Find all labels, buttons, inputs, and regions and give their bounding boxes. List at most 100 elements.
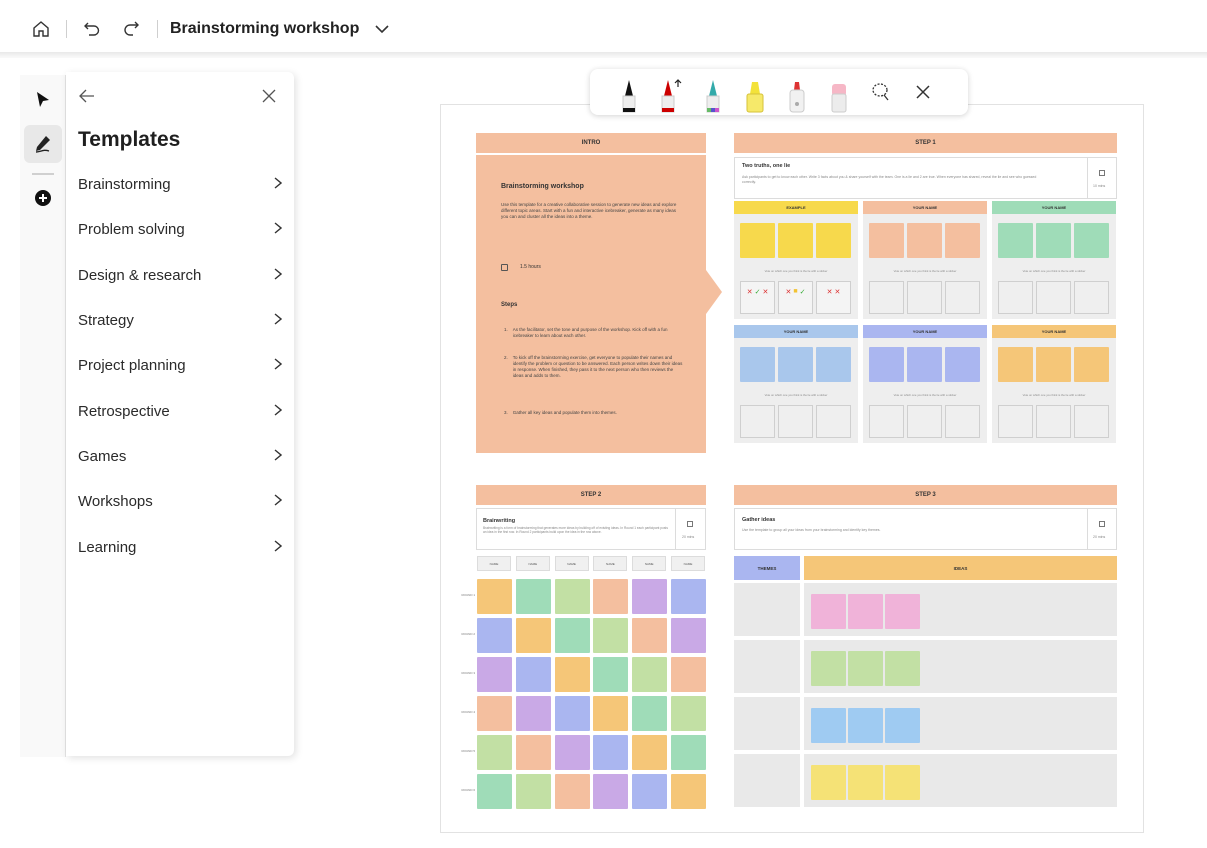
step1-panel[interactable]: EXAMPLE Vote on which one you think is th… <box>734 201 858 319</box>
name-cell[interactable]: NAME <box>554 556 589 571</box>
sticky-note[interactable] <box>869 347 904 382</box>
close-icon[interactable] <box>902 70 944 114</box>
close-icon[interactable] <box>258 85 280 107</box>
vote-box[interactable] <box>907 281 942 314</box>
sticky-note[interactable] <box>740 347 775 382</box>
sticky-note[interactable] <box>554 657 590 692</box>
sticky-note[interactable] <box>1036 347 1071 382</box>
sticky-note[interactable] <box>477 657 512 692</box>
home-icon[interactable] <box>28 16 54 42</box>
vote-box[interactable] <box>740 405 775 438</box>
category-item[interactable]: Brainstorming <box>66 162 294 207</box>
vote-box[interactable] <box>778 405 813 438</box>
pen-tool-button[interactable] <box>24 125 62 163</box>
vote-box[interactable] <box>1074 405 1109 438</box>
sticky-note[interactable] <box>848 594 883 629</box>
name-cell[interactable]: NAME <box>671 556 705 571</box>
board-title[interactable]: Brainstorming workshop <box>170 20 359 38</box>
black-pen-icon[interactable] <box>608 70 650 114</box>
sticky-note[interactable] <box>554 579 590 614</box>
sticky-note[interactable] <box>671 774 706 809</box>
sticky-note[interactable] <box>945 347 980 382</box>
sticky-note[interactable] <box>632 774 668 809</box>
name-cell[interactable]: NAME <box>477 556 511 571</box>
vote-box[interactable] <box>816 405 851 438</box>
vote-box[interactable] <box>1036 281 1071 314</box>
sticky-note[interactable] <box>1074 223 1109 258</box>
theme-cell[interactable] <box>734 640 800 693</box>
sticky-note[interactable] <box>907 223 942 258</box>
sticky-note[interactable] <box>477 735 512 770</box>
sticky-note[interactable] <box>998 347 1033 382</box>
category-item[interactable]: Design & research <box>66 253 294 298</box>
sticky-note[interactable] <box>907 347 942 382</box>
sticky-note[interactable] <box>811 765 846 800</box>
sticky-note[interactable] <box>632 696 668 731</box>
sticky-note[interactable] <box>811 594 846 629</box>
step1-panel[interactable]: YOUR NAME Vote on which one you think is … <box>863 201 987 319</box>
sticky-note[interactable] <box>515 657 551 692</box>
back-arrow-icon[interactable] <box>76 85 98 107</box>
sticky-note[interactable] <box>477 696 512 731</box>
sticky-note[interactable] <box>671 735 706 770</box>
chevron-down-icon[interactable] <box>369 16 395 42</box>
vote-box[interactable] <box>998 281 1033 314</box>
vote-box[interactable] <box>1074 281 1109 314</box>
sticky-note[interactable] <box>671 657 706 692</box>
sticky-note[interactable] <box>477 774 512 809</box>
sticky-note[interactable] <box>554 735 590 770</box>
undo-icon[interactable] <box>79 16 105 42</box>
theme-cell[interactable] <box>734 697 800 750</box>
sticky-note[interactable] <box>885 594 920 629</box>
sticky-note[interactable] <box>869 223 904 258</box>
sticky-note[interactable] <box>632 735 668 770</box>
sticky-note[interactable] <box>593 774 629 809</box>
lasso-select-icon[interactable] <box>860 70 902 114</box>
vote-box[interactable]: ✕ ✕ <box>816 281 851 314</box>
red-pen-icon[interactable] <box>650 70 692 114</box>
step1-panel[interactable]: YOUR NAME Vote on which one you think is … <box>992 325 1116 443</box>
eraser-icon[interactable] <box>818 70 860 114</box>
step1-panel[interactable]: YOUR NAME Vote on which one you think is … <box>992 201 1116 319</box>
theme-cell[interactable] <box>734 754 800 807</box>
add-button[interactable] <box>24 179 62 217</box>
redo-icon[interactable] <box>119 16 145 42</box>
rainbow-pen-icon[interactable] <box>692 70 734 114</box>
sticky-note[interactable] <box>632 618 668 653</box>
sticky-note[interactable] <box>515 618 551 653</box>
name-cell[interactable]: NAME <box>632 556 667 571</box>
sticky-note[interactable] <box>811 708 846 743</box>
yellow-highlighter-icon[interactable] <box>734 70 776 114</box>
sticky-note[interactable] <box>554 774 590 809</box>
sticky-note[interactable] <box>515 774 551 809</box>
vote-box[interactable] <box>945 405 980 438</box>
sticky-note[interactable] <box>945 223 980 258</box>
sticky-note[interactable] <box>593 735 629 770</box>
vote-box[interactable] <box>869 405 904 438</box>
sticky-note[interactable] <box>671 696 706 731</box>
theme-cell[interactable] <box>734 583 800 636</box>
whiteboard-canvas[interactable]: INTRO Brainstorming workshop Use this te… <box>440 104 1144 833</box>
category-item[interactable]: Games <box>66 434 294 479</box>
sticky-note[interactable] <box>593 579 629 614</box>
sticky-note[interactable] <box>515 579 551 614</box>
sticky-note[interactable] <box>778 347 813 382</box>
sticky-note[interactable] <box>811 651 846 686</box>
sticky-note[interactable] <box>1036 223 1071 258</box>
category-item[interactable]: Workshops <box>66 479 294 524</box>
sticky-note[interactable] <box>1074 347 1109 382</box>
name-cell[interactable]: NAME <box>515 556 550 571</box>
sticky-note[interactable] <box>885 651 920 686</box>
sticky-note[interactable] <box>632 657 668 692</box>
sticky-note[interactable] <box>885 708 920 743</box>
sticky-note[interactable] <box>554 618 590 653</box>
vote-box[interactable] <box>945 281 980 314</box>
white-marker-icon[interactable] <box>776 70 818 114</box>
category-item[interactable]: Problem solving <box>66 207 294 252</box>
sticky-note[interactable] <box>848 708 883 743</box>
vote-box[interactable] <box>1036 405 1071 438</box>
sticky-note[interactable] <box>778 223 813 258</box>
category-item[interactable]: Retrospective <box>66 388 294 433</box>
sticky-note[interactable] <box>671 618 706 653</box>
vote-box[interactable]: ✕ ✓ ✕ <box>740 281 775 314</box>
